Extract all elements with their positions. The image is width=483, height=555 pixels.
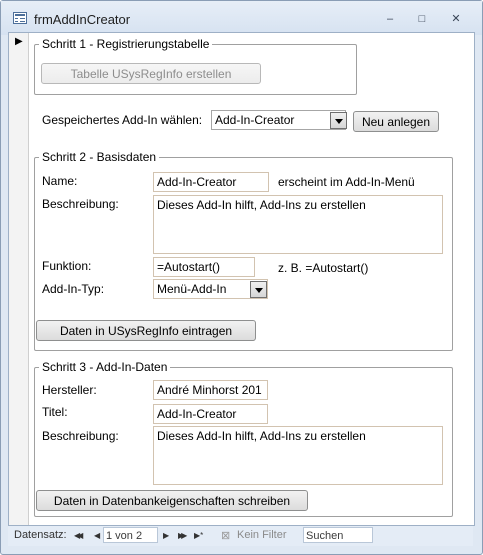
saved-addin-value: Add-In-Creator <box>215 113 295 127</box>
filter-icon[interactable]: ⊠ <box>221 529 230 542</box>
last-record-icon[interactable]: ▶▶ <box>178 531 187 540</box>
record-label: Datensatz: <box>14 529 67 541</box>
addin-type-value: Menü-Add-In <box>157 282 227 296</box>
record-navigation-bar: Datensatz: ◀◀ ◀ 1 von 2 ▶ ▶▶ ▶* ⊠ Kein F… <box>8 526 473 546</box>
vendor-label: Hersteller: <box>42 383 97 397</box>
title-label: Titel: <box>42 405 68 419</box>
function-label: Funktion: <box>42 259 92 273</box>
close-button[interactable]: ✕ <box>447 12 465 26</box>
name-label: Name: <box>42 174 78 188</box>
minimize-button[interactable]: – <box>381 12 399 26</box>
description-value: Dieses Add-In hilft, Add-Ins zu erstelle… <box>157 198 366 212</box>
saved-addin-combobox[interactable]: Add-In-Creator <box>211 110 346 130</box>
function-field[interactable]: =Autostart() <box>153 257 255 277</box>
record-selector[interactable]: ▶ <box>9 33 29 525</box>
new-record-icon[interactable]: ▶* <box>194 531 203 540</box>
description-field[interactable]: Dieses Add-In hilft, Add-Ins zu erstelle… <box>153 195 443 254</box>
saved-addin-dropdown-icon[interactable] <box>330 112 347 129</box>
window-title: frmAddInCreator <box>34 12 131 27</box>
addin-type-label: Add-In-Typ: <box>42 282 105 296</box>
name-value: Add-In-Creator <box>157 175 237 189</box>
next-record-icon[interactable]: ▶ <box>163 531 169 540</box>
vendor-field[interactable]: André Minhorst 201 <box>153 380 268 400</box>
saved-addin-label: Gespeichertes Add-In wählen: <box>42 113 203 127</box>
title-value: Add-In-Creator <box>157 407 237 421</box>
new-addin-button[interactable]: Neu anlegen <box>353 111 439 132</box>
first-record-icon[interactable]: ◀◀ <box>74 531 83 540</box>
name-field[interactable]: Add-In-Creator <box>153 172 269 192</box>
title-field[interactable]: Add-In-Creator <box>153 404 268 424</box>
current-record-icon: ▶ <box>15 36 23 47</box>
previous-record-icon[interactable]: ◀ <box>94 531 100 540</box>
vendor-description-value: Dieses Add-In hilft, Add-Ins zu erstelle… <box>157 429 366 443</box>
record-position-value: 1 von 2 <box>106 530 143 542</box>
form-body: ▶ Schritt 1 - Registrierungstabelle Tabe… <box>8 32 475 526</box>
search-placeholder: Suchen <box>306 530 344 542</box>
section3-title: Schritt 3 - Add-In-Daten <box>39 360 171 374</box>
description-label: Beschreibung: <box>42 197 119 211</box>
write-reginfo-button[interactable]: Daten in USysRegInfo eintragen <box>36 320 256 341</box>
section2-title: Schritt 2 - Basisdaten <box>39 150 160 164</box>
name-hint: erscheint im Add-In-Menü <box>278 175 415 189</box>
create-table-button[interactable]: Tabelle USysRegInfo erstellen <box>41 63 261 84</box>
vendor-value: André Minhorst 201 <box>157 383 262 397</box>
search-field[interactable]: Suchen <box>303 527 373 543</box>
function-hint: z. B. =Autostart() <box>278 261 369 275</box>
function-value: =Autostart() <box>157 260 221 274</box>
title-bar: frmAddInCreator – □ ✕ <box>1 1 482 35</box>
form-icon <box>13 12 27 24</box>
record-position-field[interactable]: 1 von 2 <box>103 527 158 543</box>
maximize-button[interactable]: □ <box>413 12 431 26</box>
vendor-description-label: Beschreibung: <box>42 429 119 443</box>
write-properties-button[interactable]: Daten in Datenbankeigenschaften schreibe… <box>36 490 308 511</box>
vendor-description-field[interactable]: Dieses Add-In hilft, Add-Ins zu erstelle… <box>153 426 443 485</box>
section1-title: Schritt 1 - Registrierungstabelle <box>39 37 213 51</box>
filter-status[interactable]: Kein Filter <box>237 529 287 541</box>
addin-type-dropdown-icon[interactable] <box>250 281 267 298</box>
